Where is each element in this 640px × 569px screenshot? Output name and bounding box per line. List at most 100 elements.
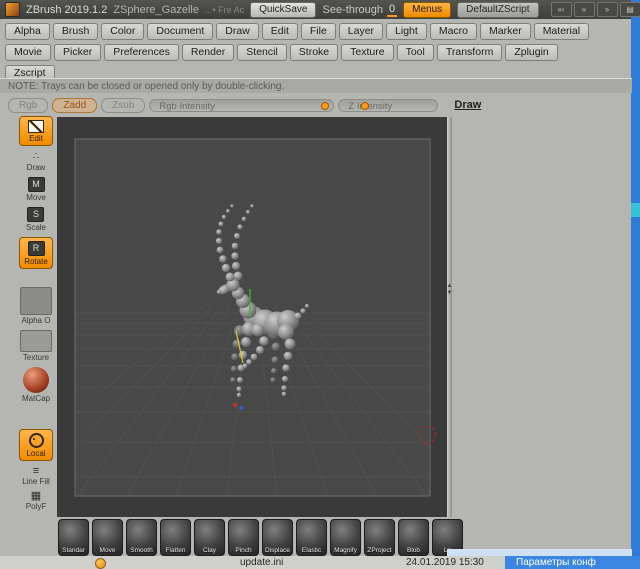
tray-scroll-down-icon[interactable]: ▼ [445, 290, 454, 297]
line-fill-button[interactable]: ≡ Line Fill [22, 465, 50, 487]
quicksave-button[interactable]: QuickSave [250, 1, 317, 18]
title-bar: ZBrush 2019.1.2 ZSphere_Gazelle .. • Fre… [0, 0, 640, 19]
draw-button[interactable]: ∴ Draw [27, 151, 46, 172]
z-intensity-thumb[interactable] [361, 101, 370, 110]
brush-clay[interactable]: Clay [194, 519, 225, 556]
rgb-intensity-slider[interactable]: Rgb Intensity [149, 98, 335, 112]
zadd-toggle[interactable]: Zadd [52, 97, 98, 113]
document-subtitle: .. • Fre Ac [204, 4, 245, 15]
menu-texture[interactable]: Texture [341, 44, 394, 61]
alpha-selector[interactable]: Alpha O [20, 287, 52, 325]
rgb-intensity-thumb[interactable] [321, 101, 330, 110]
menu-layer[interactable]: Layer [338, 23, 384, 40]
menu-stroke[interactable]: Stroke [289, 44, 339, 61]
menu-row-2: Movie Picker Preferences Render Stencil … [5, 44, 620, 61]
right-tray-scroll[interactable]: ▲ ▼ [445, 283, 454, 297]
menu-bar: Alpha Brush Color Document Draw Edit Fil… [5, 23, 620, 86]
brush-smooth[interactable]: Smooth [126, 519, 157, 556]
texture-thumbnail [20, 330, 52, 352]
menu-edit[interactable]: Edit [261, 23, 298, 40]
nav-left-icon[interactable]: « [573, 2, 595, 17]
matcap-sphere-icon [22, 367, 49, 393]
menu-material[interactable]: Material [533, 23, 590, 40]
menu-picker[interactable]: Picker [54, 44, 102, 61]
brush-flatten[interactable]: Flatten [160, 519, 191, 556]
zsub-toggle[interactable]: Zsub [101, 97, 146, 113]
brush-magnify[interactable]: Magnify [330, 519, 361, 556]
right-tray-divider[interactable] [447, 117, 452, 517]
brush-elastic[interactable]: Elastic [296, 519, 327, 556]
menu-brush[interactable]: Brush [52, 23, 99, 40]
brush-displace[interactable]: Displace [262, 519, 293, 556]
texture-label: Texture [22, 353, 50, 362]
edit-label: Edit [29, 134, 43, 143]
menu-color[interactable]: Color [101, 23, 145, 40]
menu-preferences[interactable]: Preferences [104, 44, 179, 61]
scale-gyro-icon: S [27, 207, 45, 222]
see-through-value: 0 [387, 2, 398, 17]
brush-pinch[interactable]: Pinch [228, 519, 259, 556]
os-taskbar-accent [631, 203, 640, 217]
menu-movie[interactable]: Movie [5, 44, 52, 61]
nav-left-fast-icon[interactable]: «‹ [550, 2, 572, 17]
menu-draw[interactable]: Draw [216, 23, 259, 40]
polyframe-label: PolyF [25, 502, 47, 511]
tray-scroll-up-icon[interactable]: ▲ [445, 283, 454, 290]
menus-button[interactable]: Menus [403, 1, 452, 18]
scale-button[interactable]: S Scale [26, 207, 46, 232]
doc-panel-icon[interactable]: ▤ [619, 2, 640, 17]
material-selector[interactable]: MatCap [22, 367, 50, 403]
menu-stencil[interactable]: Stencil [237, 44, 287, 61]
menu-transform[interactable]: Transform [436, 44, 503, 61]
polyframe-button[interactable]: ▦ PolyF [25, 490, 47, 512]
local-pivot-icon [28, 433, 44, 448]
menu-marker[interactable]: Marker [480, 23, 531, 40]
menu-alpha[interactable]: Alpha [5, 23, 50, 40]
menu-tool[interactable]: Tool [396, 44, 434, 61]
rotate-button[interactable]: R Rotate [19, 237, 53, 269]
draw-options-bar: Rgb Zadd Zsub Rgb Intensity Z Intensity … [8, 97, 628, 113]
menu-light[interactable]: Light [386, 23, 427, 40]
line-fill-icon: ≡ [32, 465, 40, 477]
move-button[interactable]: M Move [26, 177, 46, 202]
local-symmetry-button[interactable]: Local [19, 429, 53, 461]
z-intensity-slider[interactable]: Z Intensity [338, 98, 439, 112]
explorer-file-date: 24.01.2019 15:30 [406, 557, 484, 568]
brush-blob[interactable]: Blob [398, 519, 429, 556]
explorer-file-name[interactable]: update.ini [240, 556, 283, 569]
rgb-intensity-label: Rgb Intensity [159, 100, 215, 112]
menu-macro[interactable]: Macro [429, 23, 478, 40]
menu-zplugin[interactable]: Zplugin [505, 44, 558, 61]
taskbar-window-button[interactable]: Параметры конф [505, 556, 640, 569]
zbrush-window: ZBrush 2019.1.2 ZSphere_Gazelle .. • Fre… [0, 0, 640, 569]
rgb-toggle[interactable]: Rgb [8, 97, 49, 113]
matcap-label: MatCap [21, 394, 50, 403]
brush-standard[interactable]: Standar [58, 519, 89, 556]
edit-frame-icon [28, 120, 44, 133]
see-through-slider[interactable]: See-through 0 [322, 2, 398, 17]
menu-render[interactable]: Render [181, 44, 235, 61]
brush-move[interactable]: Move [92, 519, 123, 556]
nav-right-icon[interactable]: » [596, 2, 618, 17]
left-toolbar: Edit ∴ Draw M Move S Scale R Rotate Alph… [16, 116, 56, 511]
move-label: Move [26, 193, 46, 202]
draw-dots-icon: ∴ [32, 151, 40, 162]
viewport-3d[interactable] [57, 117, 447, 517]
polyframe-grid-icon: ▦ [30, 490, 42, 502]
draw-mode-link[interactable]: Draw [454, 99, 481, 111]
texture-selector[interactable]: Texture [20, 330, 52, 362]
tray-note: NOTE: Trays can be closed or opened only… [0, 78, 632, 93]
alpha-label: Alpha O [21, 316, 51, 325]
edit-button[interactable]: Edit [19, 116, 53, 146]
rotate-gyro-icon: R [27, 241, 45, 256]
menu-document[interactable]: Document [147, 23, 214, 40]
see-through-label: See-through [322, 3, 384, 16]
default-zscript-button[interactable]: DefaultZScript [457, 1, 539, 18]
brush-strip: Standar Move Smooth Flatten Clay Pinch D… [58, 519, 463, 556]
app-title: ZBrush 2019.1.2 [26, 3, 108, 16]
menu-file[interactable]: File [300, 23, 336, 40]
z-intensity-label: Z Intensity [348, 100, 393, 112]
brush-zproject[interactable]: ZProject [364, 519, 395, 556]
alpha-thumbnail [20, 287, 52, 315]
local-label: Local [26, 449, 46, 458]
